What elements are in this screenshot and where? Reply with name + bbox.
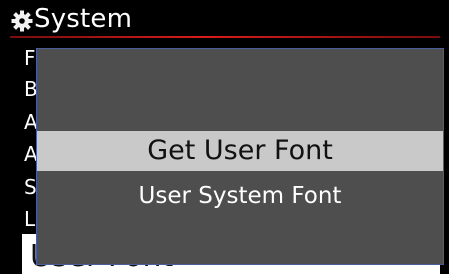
get-user-font-option[interactable]: Get User Font: [37, 131, 443, 171]
user-font-popup: Get User Font User System Font: [36, 48, 444, 265]
user-system-font-option[interactable]: User System Font: [37, 176, 443, 216]
menu-item[interactable]: F: [24, 45, 36, 71]
device-screen: System F B A A S L User Font Get User Fo…: [0, 0, 449, 274]
menu-item[interactable]: L: [24, 206, 35, 232]
menu-item[interactable]: S: [24, 174, 37, 200]
